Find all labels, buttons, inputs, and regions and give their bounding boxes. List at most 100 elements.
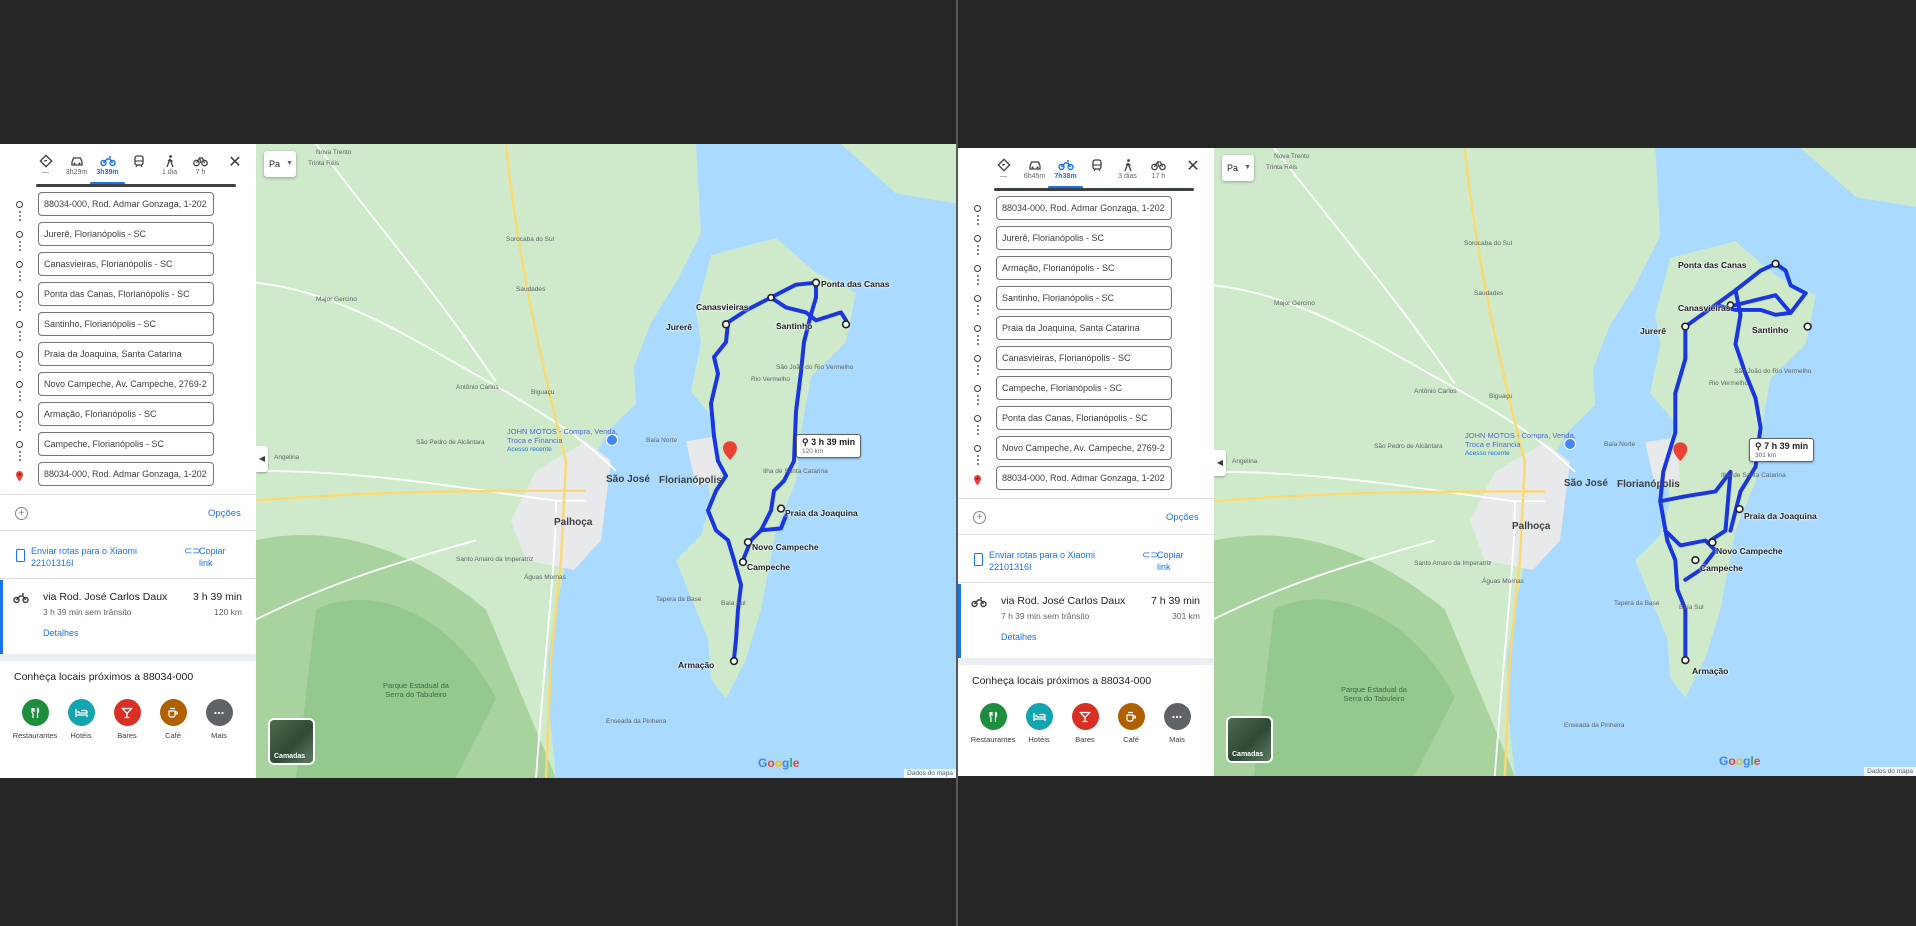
- travel-mode-bicycle[interactable]: 7 h: [185, 152, 216, 182]
- waypoint-input[interactable]: Armação, Florianópolis - SC: [996, 256, 1172, 280]
- copy-link-button[interactable]: Copiar link: [1157, 549, 1197, 573]
- close-icon[interactable]: ✕: [226, 154, 244, 172]
- waypoint-input[interactable]: Campeche, Florianópolis - SC: [38, 432, 214, 456]
- category-more[interactable]: Mais: [196, 699, 242, 740]
- waypoint-input[interactable]: Praia da Joaquina, Santa Catarina: [996, 316, 1172, 340]
- waypoint-input[interactable]: Novo Campeche, Av. Campeche, 2769-2: [38, 372, 214, 396]
- map-type-toggle[interactable]: Pa ▼: [264, 151, 296, 177]
- waypoint-row[interactable]: Jurerê, Florianópolis - SC: [958, 226, 1214, 257]
- waypoint-input[interactable]: Santinho, Florianópolis - SC: [38, 312, 214, 336]
- waypoint-row[interactable]: Jurerê, Florianópolis - SC: [0, 222, 256, 253]
- travel-mode-transit[interactable]: [123, 152, 154, 182]
- category-coffee[interactable]: Café: [150, 699, 196, 740]
- destination-label[interactable]: Jurerê: [1640, 326, 1666, 336]
- travel-mode-best-route[interactable]: —: [30, 152, 61, 182]
- category-hotel[interactable]: Hotéis: [1016, 703, 1062, 744]
- travel-mode-motorcycle[interactable]: 3h39m: [90, 152, 125, 185]
- waypoint-row[interactable]: Campeche, Florianópolis - SC: [0, 432, 256, 463]
- close-icon[interactable]: ✕: [1184, 158, 1202, 176]
- waypoint-input[interactable]: Praia da Joaquina, Santa Catarina: [38, 342, 214, 366]
- map-canvas[interactable]: Ponta das Canas Canasvieiras Jurerê Santinh…: [1214, 148, 1916, 776]
- destination-label[interactable]: Campeche: [747, 562, 790, 572]
- category-restaurant[interactable]: Restaurantes: [970, 703, 1016, 744]
- route-details-link[interactable]: Detalhes: [43, 628, 79, 638]
- destination-label[interactable]: Santinho: [776, 321, 812, 331]
- waypoint-input[interactable]: 88034-000, Rod. Admar Gonzaga, 1-202: [38, 462, 214, 486]
- route-details-link[interactable]: Detalhes: [1001, 632, 1037, 642]
- waypoint-input[interactable]: Ponta das Canas, Florianópolis - SC: [996, 406, 1172, 430]
- destination-label[interactable]: Canasvieiras: [1678, 303, 1730, 313]
- waypoint-input[interactable]: Campeche, Florianópolis - SC: [996, 376, 1172, 400]
- waypoint-input[interactable]: Jurerê, Florianópolis - SC: [996, 226, 1172, 250]
- waypoint-row[interactable]: Santinho, Florianópolis - SC: [0, 312, 256, 343]
- destination-label[interactable]: Santinho: [1752, 325, 1788, 335]
- waypoint-input[interactable]: Ponta das Canas, Florianópolis - SC: [38, 282, 214, 306]
- travel-mode-bicycle[interactable]: 17 h: [1143, 156, 1174, 186]
- waypoint-input[interactable]: 88034-000, Rod. Admar Gonzaga, 1-202: [38, 192, 214, 216]
- route-time-callout[interactable]: ⚲ 7 h 39 min 301 km: [1749, 438, 1815, 462]
- waypoint-row[interactable]: Canasvieiras, Florianópolis - SC: [0, 252, 256, 283]
- route-time-callout[interactable]: ⚲ 3 h 39 min 120 km: [796, 434, 862, 458]
- map-attribution[interactable]: Dados do mapa: [1864, 767, 1916, 776]
- waypoint-row[interactable]: Armação, Florianópolis - SC: [958, 256, 1214, 287]
- category-restaurant[interactable]: Restaurantes: [12, 699, 58, 740]
- map-type-toggle[interactable]: Pa ▼: [1222, 155, 1254, 181]
- waypoint-input[interactable]: Santinho, Florianópolis - SC: [996, 286, 1172, 310]
- waypoint-row[interactable]: Praia da Joaquina, Santa Catarina: [958, 316, 1214, 347]
- options-button[interactable]: Opções: [1166, 512, 1199, 523]
- destination-label[interactable]: Armação: [1692, 666, 1728, 676]
- waypoint-row[interactable]: Novo Campeche, Av. Campeche, 2769-2: [958, 436, 1214, 467]
- destination-label[interactable]: Praia da Joaquina: [1744, 511, 1817, 521]
- category-more[interactable]: Mais: [1154, 703, 1200, 744]
- travel-mode-transit[interactable]: [1081, 156, 1112, 186]
- waypoint-row[interactable]: Praia da Joaquina, Santa Catarina: [0, 342, 256, 373]
- destination-label[interactable]: Novo Campeche: [1716, 546, 1783, 556]
- waypoint-input[interactable]: Jurerê, Florianópolis - SC: [38, 222, 214, 246]
- destination-label[interactable]: Ponta das Canas: [1678, 260, 1747, 270]
- business-marker-icon[interactable]: [1564, 438, 1576, 450]
- destination-label[interactable]: Campeche: [1700, 563, 1743, 573]
- waypoint-row[interactable]: 88034-000, Rod. Admar Gonzaga, 1-202: [958, 196, 1214, 227]
- waypoint-input[interactable]: Novo Campeche, Av. Campeche, 2769-2: [996, 436, 1172, 460]
- layers-button[interactable]: Camadas: [268, 718, 315, 765]
- category-bar[interactable]: Bares: [104, 699, 150, 740]
- waypoint-row[interactable]: Novo Campeche, Av. Campeche, 2769-2: [0, 372, 256, 403]
- destination-label[interactable]: Novo Campeche: [752, 542, 819, 552]
- collapse-panel-button[interactable]: ◀: [1214, 450, 1226, 476]
- waypoint-input[interactable]: Armação, Florianópolis - SC: [38, 402, 214, 426]
- category-hotel[interactable]: Hotéis: [58, 699, 104, 740]
- waypoint-row[interactable]: 88034-000, Rod. Admar Gonzaga, 1-202: [0, 462, 256, 492]
- travel-mode-best-route[interactable]: —: [988, 156, 1019, 186]
- map-attribution[interactable]: Dados do mapa: [904, 769, 956, 778]
- destination-label[interactable]: Canasvieiras: [696, 302, 748, 312]
- options-button[interactable]: Opções: [208, 508, 241, 519]
- route-title[interactable]: via Rod. José Carlos Daux: [43, 591, 167, 603]
- waypoint-row[interactable]: Santinho, Florianópolis - SC: [958, 286, 1214, 317]
- map-canvas[interactable]: Ponta das Canas Canasvieiras Jurerê Santinh…: [256, 144, 956, 778]
- destination-label[interactable]: Ponta das Canas: [821, 279, 890, 289]
- route-title[interactable]: via Rod. José Carlos Daux: [1001, 595, 1125, 607]
- waypoint-row[interactable]: Campeche, Florianópolis - SC: [958, 376, 1214, 407]
- send-to-phone-link[interactable]: Enviar rotas para o Xiaomi 22101316I: [31, 545, 161, 569]
- travel-mode-motorcycle[interactable]: 7h38m: [1048, 156, 1083, 189]
- collapse-panel-button[interactable]: ◀: [256, 446, 268, 472]
- copy-link-button[interactable]: Copiar link: [199, 545, 239, 569]
- business-marker-icon[interactable]: [606, 434, 618, 446]
- waypoint-row[interactable]: Ponta das Canas, Florianópolis - SC: [0, 282, 256, 313]
- waypoint-input[interactable]: 88034-000, Rod. Admar Gonzaga, 1-202: [996, 196, 1172, 220]
- add-destination-icon[interactable]: +: [15, 507, 28, 520]
- category-coffee[interactable]: Café: [1108, 703, 1154, 744]
- waypoint-row[interactable]: Canasvieiras, Florianópolis - SC: [958, 346, 1214, 377]
- waypoint-input[interactable]: Canasvieiras, Florianópolis - SC: [38, 252, 214, 276]
- travel-mode-car[interactable]: 3h29m: [61, 152, 92, 182]
- destination-label[interactable]: Armação: [678, 660, 714, 670]
- travel-mode-walk[interactable]: 1 dia: [154, 152, 185, 182]
- send-to-phone-link[interactable]: Enviar rotas para o Xiaomi 22101316I: [989, 549, 1119, 573]
- destination-label[interactable]: Praia da Joaquina: [785, 508, 858, 518]
- category-bar[interactable]: Bares: [1062, 703, 1108, 744]
- waypoint-row[interactable]: 88034-000, Rod. Admar Gonzaga, 1-202: [958, 466, 1214, 496]
- waypoint-row[interactable]: Armação, Florianópolis - SC: [0, 402, 256, 433]
- waypoint-row[interactable]: 88034-000, Rod. Admar Gonzaga, 1-202: [0, 192, 256, 223]
- waypoint-input[interactable]: 88034-000, Rod. Admar Gonzaga, 1-202: [996, 466, 1172, 490]
- destination-label[interactable]: Jurerê: [666, 322, 692, 332]
